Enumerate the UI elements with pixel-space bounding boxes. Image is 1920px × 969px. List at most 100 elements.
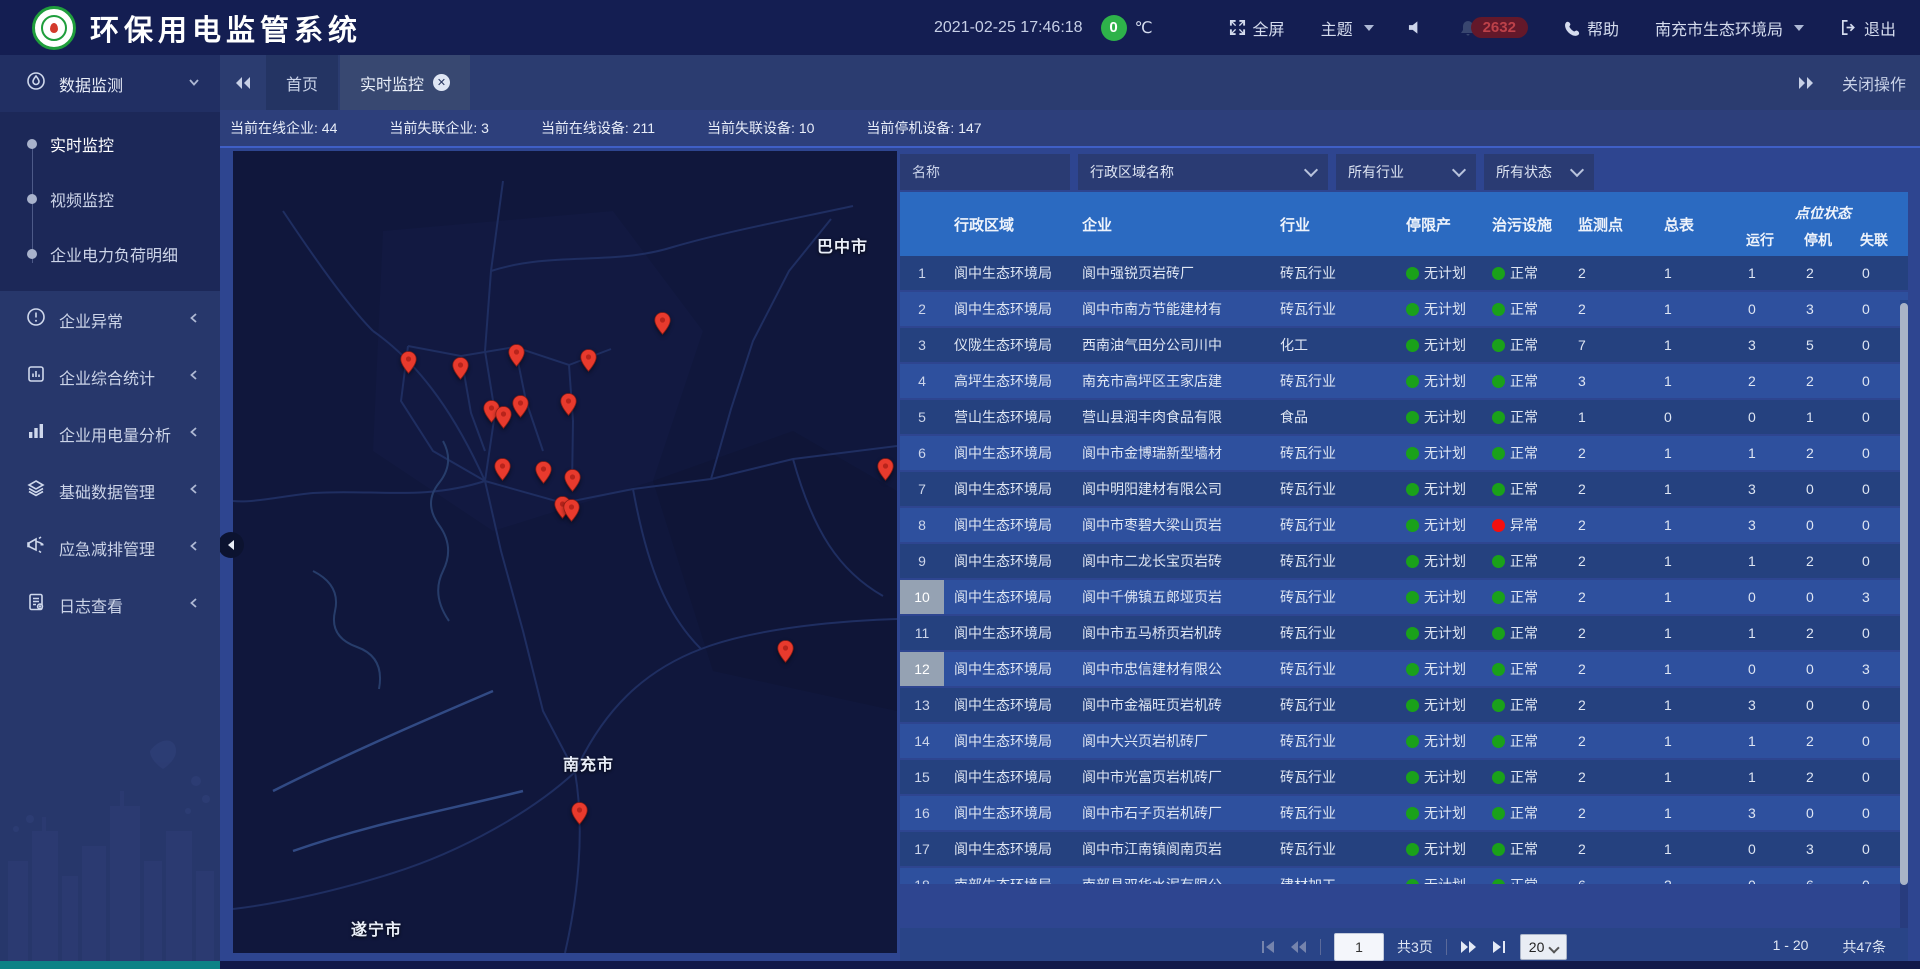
table-row[interactable]: 12阆中生态环境局阆中市忠信建材有限公砖瓦行业无计划正常21003 [900, 652, 1908, 686]
table-scrollbar[interactable] [1900, 300, 1908, 928]
sidebar-subitem-0[interactable]: 实时监控 [0, 116, 220, 171]
cell-company: 阆中大兴页岩机砖厂 [1072, 724, 1270, 758]
notifications[interactable]: 2632 [1459, 17, 1528, 38]
tab-close-icon[interactable]: ✕ [433, 74, 450, 91]
map-pin-icon[interactable] [877, 458, 894, 481]
help-button[interactable]: 帮助 [1564, 16, 1619, 40]
table-row[interactable]: 16阆中生态环境局阆中市石子页岩机砖厂砖瓦行业无计划正常21300 [900, 796, 1908, 830]
scrollbar-thumb[interactable] [1900, 303, 1908, 885]
sidebar-item-4[interactable]: 基础数据管理 [0, 462, 220, 519]
sidebar-collapse-toggle[interactable] [218, 532, 244, 558]
first-page-button[interactable] [1260, 940, 1276, 954]
map-pin-icon[interactable] [452, 357, 469, 380]
next-page-button[interactable] [1460, 940, 1478, 954]
status-dot-green-icon [1406, 411, 1419, 424]
cell-production: 无计划 [1396, 436, 1482, 470]
cell-meter: 1 [1654, 508, 1738, 542]
table-row[interactable]: 9阆中生态环境局阆中市二龙长宝页岩砖砖瓦行业无计划正常21120 [900, 544, 1908, 578]
map-pin-icon[interactable] [494, 458, 511, 481]
sound-toggle[interactable] [1408, 20, 1423, 35]
cell-industry: 砖瓦行业 [1270, 760, 1396, 794]
fullscreen-button[interactable]: 全屏 [1229, 16, 1285, 40]
map-pin-icon[interactable] [560, 393, 577, 416]
cell-stop: 0 [1796, 652, 1852, 686]
map-pin-icon[interactable] [571, 802, 588, 825]
double-chevron-right-icon[interactable] [1796, 75, 1816, 91]
map-pin-icon[interactable] [400, 351, 417, 374]
page-number-input[interactable] [1334, 933, 1384, 961]
production-status-text: 无计划 [1424, 407, 1466, 427]
sidebar-item-1[interactable]: 企业异常 [0, 291, 220, 348]
logout-button[interactable]: 退出 [1840, 16, 1896, 40]
table-row[interactable]: 3仪陇生态环境局西南油气田分公司川中化工无计划正常71350 [900, 328, 1908, 362]
close-operations-button[interactable]: 关闭操作 [1842, 71, 1906, 95]
cell-region: 阆中生态环境局 [944, 292, 1072, 326]
sidebar-item-6[interactable]: 日志查看 [0, 576, 220, 633]
map-pin-icon[interactable] [535, 461, 552, 484]
tabs-scroll-left-button[interactable] [220, 55, 266, 110]
table-row[interactable]: 8阆中生态环境局阆中市枣碧大梁山页岩砖瓦行业无计划异常21300 [900, 508, 1908, 542]
cell-monitor: 2 [1568, 436, 1654, 470]
chevron-down-icon [1549, 942, 1560, 953]
phone-icon [1564, 20, 1580, 36]
col-meter: 总表 [1654, 192, 1738, 256]
map-pin-icon[interactable] [508, 344, 525, 367]
map[interactable]: 巴中市南充市遂宁市 [233, 151, 897, 953]
cell-meter: 1 [1654, 616, 1738, 650]
chevron-left-icon [188, 596, 200, 614]
stat-label: 当前失联企业: [389, 120, 481, 136]
cell-stop: 2 [1796, 724, 1852, 758]
table-row[interactable]: 14阆中生态环境局阆中大兴页岩机砖厂砖瓦行业无计划正常21120 [900, 724, 1908, 758]
cell-industry: 化工 [1270, 328, 1396, 362]
table-row[interactable]: 18南部生态环境局南部县双华水泥有限公建材加工无计划正常62060 [900, 868, 1908, 884]
region-select[interactable]: 行政区域名称 [1078, 154, 1328, 190]
table-row[interactable]: 6阆中生态环境局阆中市金博瑞新型墙材砖瓦行业无计划正常21120 [900, 436, 1908, 470]
map-pin-icon[interactable] [512, 395, 529, 418]
status-dot-green-icon [1406, 627, 1419, 640]
chevron-left-icon [188, 425, 200, 443]
map-pin-icon[interactable] [777, 640, 794, 663]
table-row[interactable]: 4高坪生态环境局南充市高坪区王家店建砖瓦行业无计划正常31220 [900, 364, 1908, 398]
map-pin-icon[interactable] [563, 499, 580, 522]
status-dot-green-icon [1406, 699, 1419, 712]
sidebar-subitem-1[interactable]: 视频监控 [0, 171, 220, 226]
table-row[interactable]: 2阆中生态环境局阆中市南方节能建材有砖瓦行业无计划正常21030 [900, 292, 1908, 326]
table-row[interactable]: 1阆中生态环境局阆中强锐页岩砖厂砖瓦行业无计划正常21120 [900, 256, 1908, 290]
org-menu[interactable]: 南充市生态环境局 [1655, 16, 1804, 40]
tab-1[interactable]: 实时监控 ✕ [340, 55, 470, 110]
map-pin-icon[interactable] [580, 349, 597, 372]
prev-page-button[interactable] [1289, 940, 1307, 954]
sidebar-item-5[interactable]: 应急减排管理 [0, 519, 220, 576]
industry-select[interactable]: 所有行业 [1336, 154, 1476, 190]
map-pin-icon[interactable] [564, 469, 581, 492]
cell-run: 0 [1738, 400, 1796, 434]
table-row[interactable]: 10阆中生态环境局阆中千佛镇五郎垭页岩砖瓦行业无计划正常21003 [900, 580, 1908, 614]
table-row[interactable]: 17阆中生态环境局阆中市江南镇阆南页岩砖瓦行业无计划正常21030 [900, 832, 1908, 866]
page-size-select[interactable]: 20 [1520, 934, 1568, 960]
cell-stop: 1 [1796, 400, 1852, 434]
tab-label: 实时监控 [360, 71, 424, 95]
last-page-button[interactable] [1491, 940, 1507, 954]
table-row[interactable]: 7阆中生态环境局阆中明阳建材有限公司砖瓦行业无计划正常21300 [900, 472, 1908, 506]
cell-region: 阆中生态环境局 [944, 760, 1072, 794]
name-search-input[interactable] [900, 154, 1070, 190]
tab-bar: 首页实时监控 ✕ 关闭操作 [220, 55, 1920, 110]
table-row[interactable]: 15阆中生态环境局阆中市光富页岩机砖厂砖瓦行业无计划正常21120 [900, 760, 1908, 794]
sidebar-item-2[interactable]: 企业综合统计 [0, 348, 220, 405]
col-run: 运行 [1738, 224, 1796, 256]
sidebar-item-3[interactable]: 企业用电量分析 [0, 405, 220, 462]
status-select[interactable]: 所有状态 [1484, 154, 1594, 190]
table-row[interactable]: 5营山生态环境局营山县润丰肉食品有限食品无计划正常10010 [900, 400, 1908, 434]
sidebar-item-0[interactable]: 数据监测 [0, 55, 220, 112]
tab-0[interactable]: 首页 [266, 55, 338, 110]
map-pin-icon[interactable] [654, 312, 671, 335]
map-pin-icon[interactable] [495, 406, 512, 429]
table-row[interactable]: 11阆中生态环境局阆中市五马桥页岩机砖砖瓦行业无计划正常21120 [900, 616, 1908, 650]
sidebar-subitem-2[interactable]: 企业电力负荷明细 [0, 226, 220, 281]
table-row[interactable]: 13阆中生态环境局阆中市金福旺页岩机砖砖瓦行业无计划正常21300 [900, 688, 1908, 722]
theme-menu[interactable]: 主题 [1321, 16, 1374, 40]
production-status-text: 无计划 [1424, 767, 1466, 787]
cell-region: 阆中生态环境局 [944, 580, 1072, 614]
cell-facility: 正常 [1482, 292, 1568, 326]
cell-stop: 6 [1796, 868, 1852, 884]
